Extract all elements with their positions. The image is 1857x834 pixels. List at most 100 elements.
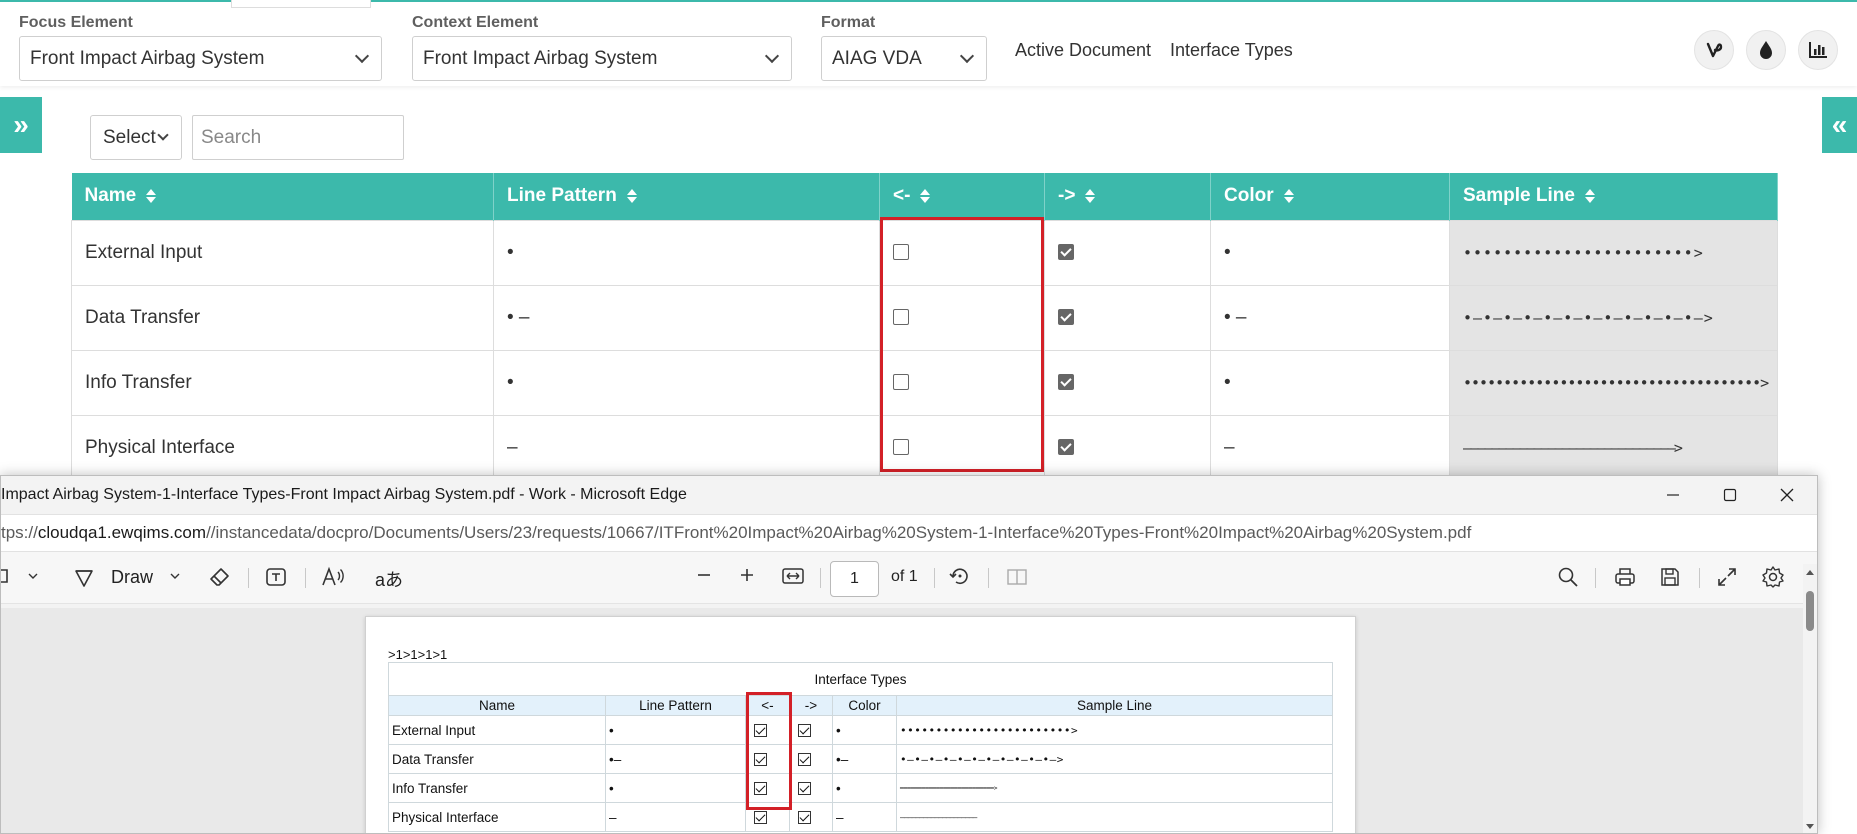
cell-color: • [1210,219,1450,286]
minimize-button[interactable] [1645,476,1701,514]
fit-width-icon[interactable] [781,566,805,586]
scroll-up-icon[interactable] [1805,568,1815,576]
page-number-input[interactable]: 1 [830,561,879,597]
print-icon[interactable] [1614,566,1636,588]
active-document-link[interactable]: Active Document [1015,40,1151,61]
chart-button[interactable] [1798,30,1838,70]
cell-name: Physical Interface [71,414,494,481]
save-icon[interactable] [1659,566,1681,588]
pdf-breadcrumb: >1>1>1>1 [388,647,448,662]
double-chevron-left-icon: « [1831,109,1848,140]
zoom-out-icon[interactable] [695,566,713,584]
text-box-icon[interactable] [265,566,287,588]
column-header-color[interactable]: Color [1210,173,1450,220]
window-title-bar: Impact Airbag System-1-Interface Types-F… [1,476,1817,514]
column-header-line-pattern[interactable]: Line Pattern [493,173,880,220]
cell-color: – [1210,414,1450,481]
url-prefix: tps:// [1,523,38,542]
column-header-sample-line[interactable]: Sample Line [1449,173,1778,220]
interface-types-link[interactable]: Interface Types [1170,40,1293,61]
droplet-icon [1760,41,1772,59]
outgoing-checkbox[interactable] [1058,439,1074,456]
pdf-header-sample-line: Sample Line [896,695,1333,716]
pdf-highlight-box [746,692,792,810]
pdf-scrollbar[interactable] [1803,564,1817,833]
vine-button[interactable] [1694,30,1734,70]
maximize-icon [1723,488,1737,502]
collapse-right-panel-button[interactable]: « [1822,97,1857,153]
highlight-tool-icon[interactable] [1,566,11,586]
pdf-table-row: External Input • • •••••••••••••••••••••… [388,715,1333,745]
context-element-label: Context Element [412,14,539,31]
outgoing-checkbox[interactable] [1058,244,1074,261]
pdf-cell-color: – [832,802,897,832]
cell-name: Data Transfer [71,284,494,351]
chevron-down-icon [157,128,169,141]
pdf-checkmark-icon [798,724,811,738]
pdf-cell-sample-line: ━━━━━━━━━━━━━━━━━━━━━━━━━━> [896,773,1333,803]
scroll-down-icon[interactable] [1805,823,1815,831]
page-view-icon[interactable] [1006,567,1028,587]
draw-button[interactable]: Draw [111,567,153,588]
filter-select-dropdown[interactable]: Select [90,115,182,160]
chevron-down-icon[interactable] [169,570,181,582]
search-input[interactable] [192,115,404,160]
focus-element-label: Focus Element [19,14,133,31]
sort-icon [1584,189,1595,204]
double-chevron-right-icon: » [13,109,29,140]
pdf-header-outgoing: -> [789,695,833,716]
eraser-icon[interactable] [209,566,231,588]
outgoing-checkbox[interactable] [1058,374,1074,391]
chevron-down-icon [354,48,370,63]
pdf-interface-types-table: Interface Types Name Line Pattern <- -> … [388,662,1333,832]
rotate-icon[interactable] [949,565,971,587]
settings-gear-icon[interactable] [1761,565,1785,589]
color-drop-button[interactable] [1746,30,1786,70]
pdf-checkmark-icon [798,753,811,767]
pdf-cell-sample-line: •–•–•–•–•–•–•–•–•–•–•–> [896,744,1333,774]
pdf-table-row: Data Transfer •– •– •–•–•–•–•–•–•–•–•–•–… [388,744,1333,774]
vine-icon [1706,42,1723,58]
format-dropdown[interactable]: AIAG VDA [821,36,987,81]
scrollbar-thumb[interactable] [1806,591,1814,631]
sort-icon [626,189,637,204]
zoom-in-icon[interactable] [738,566,756,584]
pdf-checkmark-icon [798,782,811,796]
chevron-down-icon[interactable] [27,570,39,582]
translate-icon[interactable]: aあ [375,566,403,592]
focus-element-dropdown[interactable]: Front Impact Airbag System [19,36,382,81]
cell-sample-line: •–•–•–•–•–•–•–•–•–•–•–•–> [1449,284,1778,351]
address-bar[interactable]: tps://cloudqa1.ewqims.com//instancedata/… [1,514,1817,552]
focus-element-value: Front Impact Airbag System [30,47,265,69]
cell-name: External Input [71,219,494,286]
close-icon [1780,488,1794,502]
close-window-button[interactable] [1759,476,1815,514]
maximize-button[interactable] [1702,476,1758,514]
cell-sample-line: •••••••••••••••••••••••> [1449,219,1778,286]
pdf-header-row: Name Line Pattern <- -> Color Sample Lin… [388,695,1333,716]
focus-element-field: Focus Element Front Impact Airbag System [19,14,382,81]
pdf-caption-row: Interface Types [388,662,1333,696]
column-header-name[interactable]: Name [71,173,494,220]
pdf-cell-color: •– [832,744,897,774]
sort-icon [920,189,931,204]
cell-outgoing [1044,219,1211,286]
fullscreen-icon[interactable] [1716,566,1738,588]
page-total: of 1 [891,568,918,585]
read-aloud-icon[interactable] [321,566,345,588]
search-icon[interactable] [1557,566,1579,588]
pdf-cell-outgoing [789,773,833,803]
draw-pen-icon[interactable] [73,566,95,588]
pdf-cell-line-pattern: – [605,802,746,832]
pdf-cell-line-pattern: •– [605,744,746,774]
column-header-incoming[interactable]: <- [879,173,1045,220]
sort-icon [1283,189,1294,204]
url-host: cloudqa1.ewqims.com [37,523,207,542]
outgoing-checkbox[interactable] [1058,309,1074,326]
column-header-outgoing[interactable]: -> [1044,173,1211,220]
cell-line-pattern: • – [493,284,880,351]
highlight-box [880,217,1044,472]
expand-left-panel-button[interactable]: » [0,97,42,153]
context-element-dropdown[interactable]: Front Impact Airbag System [412,36,792,81]
sort-icon [1085,189,1096,204]
